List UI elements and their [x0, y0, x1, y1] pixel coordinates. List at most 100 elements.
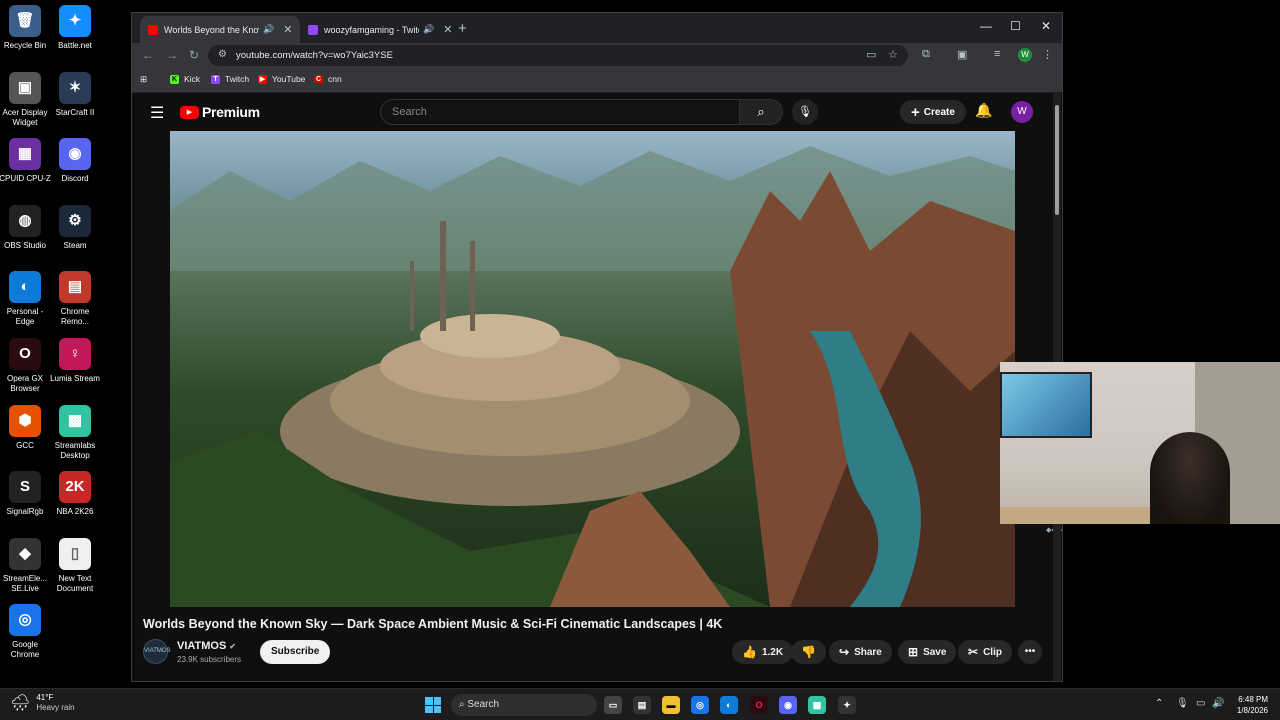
- app-taskbar-icon[interactable]: ✦: [838, 696, 856, 714]
- app-icon: O: [9, 338, 41, 370]
- desktop-icon[interactable]: ✦ Battle.net: [48, 5, 102, 51]
- hamburger-menu-icon[interactable]: ☰: [150, 103, 164, 123]
- desktop-icon-label: Steam: [63, 240, 87, 250]
- desktop-icon[interactable]: ▣ Acer Display Widget: [0, 71, 52, 128]
- app-icon: 🗑: [9, 5, 41, 37]
- streamlabs-taskbar-icon[interactable]: ▩: [808, 696, 826, 714]
- channel-avatar[interactable]: VIATMOS: [143, 639, 171, 664]
- file-explorer-icon[interactable]: ▬: [662, 696, 680, 714]
- logo-text: Premium: [202, 104, 260, 120]
- desktop-icon[interactable]: ◐ Personal - Edge: [0, 271, 52, 327]
- tray-overflow-icon[interactable]: ⌃: [1155, 698, 1163, 709]
- url-text: youtube.com/watch?v=wo7Yaic3YSE: [236, 50, 393, 61]
- time: 6:48 PM: [1238, 695, 1268, 704]
- sidepanel-icon[interactable]: ▣: [957, 48, 967, 61]
- desktop-icon[interactable]: ▤ Chrome Remo...: [48, 271, 102, 327]
- desktop-icon[interactable]: ▩ Streamlabs Desktop: [48, 404, 102, 461]
- tab-twitch[interactable]: woozyfamgaming - Twitch 🔊 ✕: [300, 16, 460, 43]
- reading-list-icon[interactable]: ≡: [994, 48, 1000, 60]
- edge-taskbar-icon[interactable]: ◐: [720, 696, 738, 714]
- voice-search-button[interactable]: 🎙: [792, 99, 818, 125]
- bookmark-youtube[interactable]: ▶ YouTube: [258, 74, 305, 84]
- dislike-button[interactable]: 👎: [791, 640, 826, 664]
- thumbs-up-icon: 👍: [742, 645, 757, 659]
- minimize-button[interactable]: —: [980, 19, 992, 33]
- bookmark-cnn[interactable]: Ccnn: [314, 74, 342, 84]
- site-info-icon[interactable]: ⚙: [218, 49, 227, 60]
- volume-icon[interactable]: 🔊: [1212, 698, 1224, 709]
- desktop-icon-label: Recycle Bin: [3, 41, 47, 50]
- widgets-icon[interactable]: ▤: [633, 696, 651, 714]
- desktop-icon-label: OBS Studio: [4, 240, 46, 250]
- profile-avatar[interactable]: W: [1018, 48, 1032, 62]
- desktop-icon[interactable]: S SignalRgb: [0, 471, 52, 517]
- new-tab-button[interactable]: +: [458, 20, 467, 37]
- desktop-icon[interactable]: 🗑 Recycle Bin: [0, 5, 52, 51]
- channel-name[interactable]: VIATMOS ✔: [177, 640, 236, 652]
- video-title: Worlds Beyond the Known Sky — Dark Space…: [143, 617, 723, 631]
- clock[interactable]: 6:48 PM 1/8/2026: [1226, 694, 1268, 716]
- thumbs-down-icon: 👎: [801, 645, 816, 659]
- bookmark-star-icon[interactable]: ☆: [888, 48, 898, 61]
- search-placeholder: Search: [392, 106, 427, 118]
- tab-youtube[interactable]: Worlds Beyond the Known 🔊 ✕: [140, 16, 301, 43]
- webcam-tv: [1000, 372, 1092, 438]
- subscriber-count: 23.9K subscribers: [177, 655, 242, 664]
- speaker-icon[interactable]: 🔊: [263, 24, 274, 35]
- desktop-icon[interactable]: ◎ Google Chrome: [0, 604, 52, 660]
- desktop-icon[interactable]: ◉ Discord: [48, 138, 102, 184]
- desktop-icon[interactable]: O Opera GX Browser: [0, 338, 52, 394]
- more-actions-button[interactable]: •••: [1018, 640, 1042, 664]
- desktop-icon[interactable]: ◆ StreamEle... SE.Live: [0, 537, 52, 594]
- video-player[interactable]: [170, 131, 1015, 607]
- opera-gx-taskbar-icon[interactable]: O: [750, 696, 768, 714]
- back-icon[interactable]: ←: [142, 48, 154, 62]
- save-button[interactable]: ⊞ Save: [898, 640, 957, 664]
- apps-grid-icon[interactable]: ⊞: [140, 74, 147, 85]
- forward-icon[interactable]: →: [166, 48, 178, 62]
- chrome-taskbar-icon[interactable]: ◎: [691, 696, 709, 714]
- search-button[interactable]: ⌕: [739, 99, 783, 125]
- close-window-button[interactable]: ✕: [1041, 19, 1051, 33]
- app-icon: ◆: [9, 537, 41, 570]
- account-avatar[interactable]: W: [1011, 101, 1033, 123]
- youtube-logo[interactable]: ▶ Premium: [180, 104, 260, 120]
- desktop-icon[interactable]: 2K NBA 2K26: [48, 471, 102, 517]
- desktop-icon-label: Discord: [61, 174, 89, 184]
- desktop-icon[interactable]: ◍ OBS Studio: [0, 204, 52, 251]
- desktop-icon[interactable]: ▦ CPUID CPU-Z: [0, 138, 52, 184]
- reload-icon[interactable]: ↻: [189, 48, 199, 62]
- twitch-icon: T: [211, 74, 220, 84]
- desktop-icon[interactable]: ▯ New Text Document: [48, 537, 102, 594]
- desktop-icon[interactable]: ♀ Lumia Stream: [48, 338, 102, 384]
- scrollbar-thumb[interactable]: [1055, 105, 1059, 215]
- like-button[interactable]: 👍 1.2K: [732, 640, 794, 664]
- task-view-icon[interactable]: ▭: [604, 696, 622, 714]
- bookmark-twitch[interactable]: T Twitch: [211, 74, 249, 84]
- share-button[interactable]: ↪ Share: [829, 640, 892, 664]
- desktop-icon[interactable]: ⚙ Steam: [48, 204, 102, 251]
- subscribe-button[interactable]: Subscribe: [260, 640, 331, 664]
- microphone-tray-icon[interactable]: 🎙: [1176, 698, 1189, 709]
- discord-taskbar-icon[interactable]: ◉: [779, 696, 797, 714]
- bookmark-kick[interactable]: K Kick: [170, 74, 200, 84]
- app-icon: S: [9, 471, 41, 504]
- close-tab-icon[interactable]: ✕: [443, 23, 452, 36]
- weather-widget[interactable]: 🌧 41°F Heavy rain: [10, 693, 75, 713]
- start-button[interactable]: [425, 697, 441, 713]
- desktop-icon[interactable]: ✶ StarCraft II: [48, 71, 102, 118]
- close-tab-icon[interactable]: ✕: [283, 23, 292, 36]
- taskbar-search[interactable]: ⌕ Search: [451, 694, 597, 716]
- notifications-bell-icon[interactable]: 🔔: [975, 102, 992, 119]
- menu-icon[interactable]: ⋮: [1042, 48, 1053, 61]
- create-button[interactable]: + Create: [900, 100, 966, 124]
- desktop-icon[interactable]: ⬢ GCC: [0, 404, 52, 451]
- address-bar[interactable]: ⚙ youtube.com/watch?v=wo7Yaic3YSE ▭ ☆: [208, 45, 908, 66]
- clip-button[interactable]: ✂ Clip: [958, 640, 1012, 664]
- extensions-icon[interactable]: ⧉: [922, 48, 930, 61]
- search-input[interactable]: Search: [380, 99, 740, 125]
- network-icon[interactable]: ▭: [1196, 698, 1205, 709]
- maximize-button[interactable]: ☐: [1010, 19, 1021, 33]
- speaker-icon[interactable]: 🔊: [423, 24, 434, 35]
- cast-icon[interactable]: ▭: [866, 48, 876, 61]
